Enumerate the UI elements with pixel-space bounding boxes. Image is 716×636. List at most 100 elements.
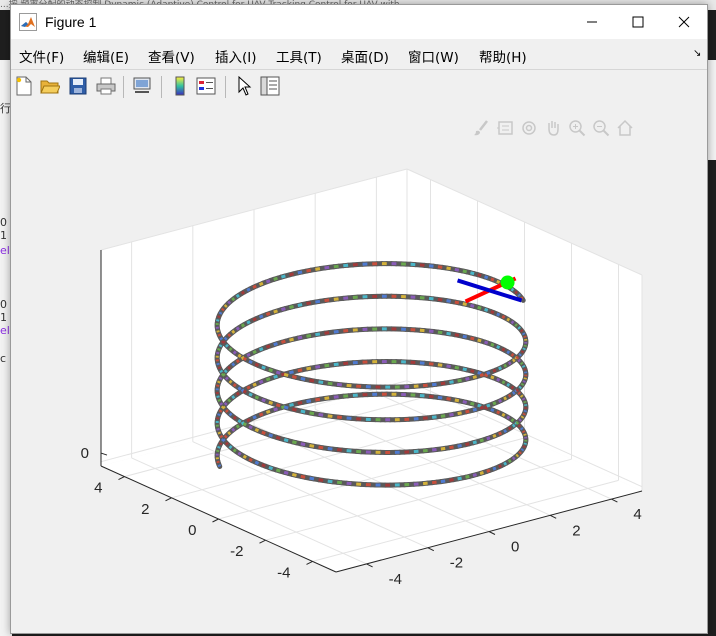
helix-segment xyxy=(231,395,236,400)
minimize-button[interactable] xyxy=(569,5,615,39)
helix-segment xyxy=(437,330,443,335)
helix-segment xyxy=(498,398,503,403)
pointer-icon[interactable] xyxy=(233,75,255,97)
helix-segment xyxy=(324,298,330,303)
legend-icon[interactable] xyxy=(195,75,217,97)
helix-segment xyxy=(518,385,522,390)
helix-segment xyxy=(477,273,482,278)
helix-segment xyxy=(315,365,321,369)
helix-segment xyxy=(454,398,460,403)
helix-segment xyxy=(232,415,237,420)
helix-segment xyxy=(224,409,229,413)
helix-segment xyxy=(510,320,515,325)
helix-segment xyxy=(449,412,454,417)
property-inspector-icon[interactable] xyxy=(259,75,281,97)
helix-segment xyxy=(486,436,491,441)
3d-plot-axes[interactable]: 4 2 0 -2 -4 -4 -2 0 2 4 0 xyxy=(11,102,707,633)
helix-segment xyxy=(484,307,489,312)
menu-edit[interactable]: 编辑(E) xyxy=(83,46,129,66)
colorbar-icon[interactable] xyxy=(169,75,191,97)
helix-segment xyxy=(446,331,451,336)
menu-desktop[interactable]: 桌面(D) xyxy=(341,46,389,66)
helix-segment xyxy=(306,268,312,273)
helix-segment xyxy=(498,464,503,469)
menu-help[interactable]: 帮助(H) xyxy=(479,46,527,66)
helix-segment xyxy=(507,459,512,463)
new-figure-icon[interactable] xyxy=(13,75,35,97)
helix-segment xyxy=(465,474,470,479)
y-tick xyxy=(488,531,496,535)
helix-segment xyxy=(520,382,525,387)
helix-segment xyxy=(216,395,220,398)
helix-segment xyxy=(506,415,511,420)
helix-segment xyxy=(221,405,226,410)
helix-segment xyxy=(300,474,306,479)
helix-segment xyxy=(252,317,257,322)
helix-segment xyxy=(300,442,306,447)
helix-segment xyxy=(227,431,232,436)
helix-segment xyxy=(333,297,339,301)
helix-segment xyxy=(440,381,446,386)
menu-insert[interactable]: 插入(I) xyxy=(215,46,257,66)
helix-segment xyxy=(300,409,306,414)
helix-segment xyxy=(235,293,240,298)
helix-segment xyxy=(336,415,343,420)
helix-segment xyxy=(479,438,484,443)
helix-segment xyxy=(291,407,297,412)
helix-segment xyxy=(254,428,260,433)
helix-segment xyxy=(507,393,512,398)
helix-segment xyxy=(501,412,506,417)
helix-segment xyxy=(446,397,451,401)
helix-segment xyxy=(309,444,315,448)
helix-segment xyxy=(437,297,443,302)
save-icon[interactable] xyxy=(67,75,89,97)
helix-segment xyxy=(522,412,526,416)
dock-figure-icon[interactable]: ↘ xyxy=(693,48,701,59)
helix-segment xyxy=(315,267,321,271)
maximize-button[interactable] xyxy=(615,5,661,39)
close-button[interactable] xyxy=(661,5,707,39)
helix-segment xyxy=(221,438,226,442)
helix-segment xyxy=(315,397,321,402)
helix-segment xyxy=(486,370,491,375)
menu-file[interactable]: 文件(F) xyxy=(19,46,64,66)
helix-segment xyxy=(306,334,312,338)
x-tick-label: 4 xyxy=(94,480,102,497)
helix-segment xyxy=(275,370,281,375)
helix-segment xyxy=(465,442,470,447)
helix-segment xyxy=(510,385,515,390)
helix-segment xyxy=(492,433,497,438)
helix-segment xyxy=(265,311,271,317)
helix-segment xyxy=(318,445,324,450)
helix-segment xyxy=(324,265,330,270)
helix-segment xyxy=(224,441,229,446)
helix-segment xyxy=(242,454,247,459)
toolbar-separator xyxy=(123,76,124,98)
menu-view[interactable]: 查看(V) xyxy=(148,46,195,66)
helix-segment xyxy=(486,403,491,408)
helix-segment xyxy=(258,314,264,319)
menu-tools[interactable]: 工具(T) xyxy=(276,46,322,66)
title-bar[interactable]: Figure 1 xyxy=(11,5,707,39)
open-file-icon[interactable] xyxy=(39,75,61,97)
helix-segment xyxy=(261,398,266,403)
minimize-icon xyxy=(587,21,597,23)
helix-segment xyxy=(291,440,297,445)
helix-segment xyxy=(221,340,226,345)
helix-segment xyxy=(246,418,251,423)
helix-segment xyxy=(336,382,343,387)
helix-segment xyxy=(235,326,240,331)
x-tick xyxy=(212,518,219,523)
helix-segment xyxy=(521,332,526,336)
print-icon[interactable] xyxy=(95,75,117,97)
helix-segment xyxy=(265,377,271,382)
helix-segment xyxy=(228,412,233,417)
helix-segment xyxy=(486,468,491,473)
menu-window[interactable]: 窗口(W) xyxy=(408,46,459,66)
y-tick-label: 0 xyxy=(511,539,519,556)
link-plot-icon[interactable] xyxy=(131,75,153,97)
helix-segment xyxy=(309,476,315,481)
helix-segment xyxy=(228,379,233,384)
helix-segment xyxy=(291,375,297,379)
helix-segment xyxy=(224,343,229,348)
